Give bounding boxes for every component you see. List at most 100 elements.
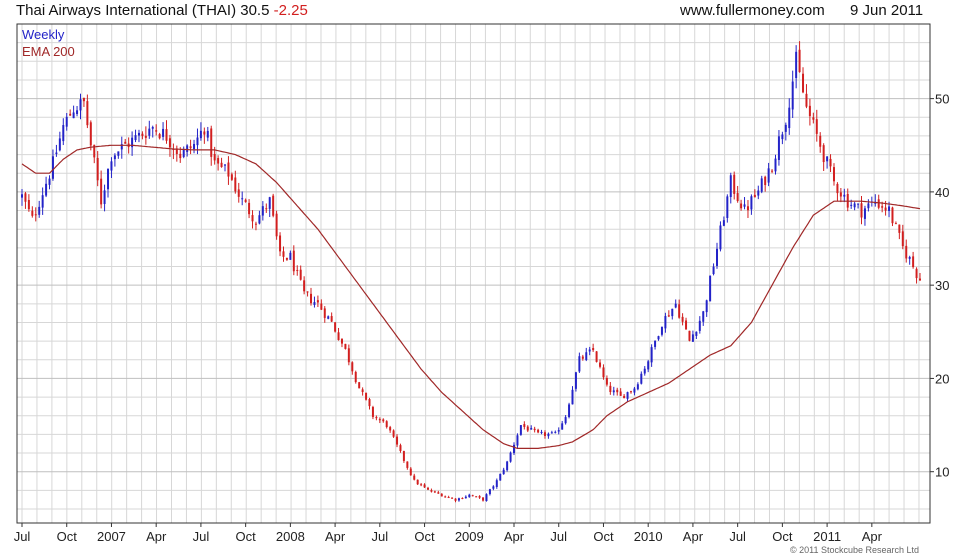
x-tick-label: Apr: [146, 529, 167, 544]
candle-body: [196, 137, 199, 146]
x-tick-label: Apr: [862, 529, 883, 544]
candle-body: [69, 113, 72, 116]
candle-body: [275, 213, 278, 237]
candle-body: [695, 331, 698, 336]
copyright-note: © 2011 Stockcube Research Ltd: [790, 545, 920, 555]
candle-body: [137, 132, 140, 136]
price-chart: 1020304050 Jul Oct 2007 Apr Jul Oct 2008 Apr Jul…: [14, 23, 949, 544]
candle-body: [299, 269, 302, 280]
candle-body: [457, 498, 460, 501]
candle-body: [368, 399, 371, 407]
candle-body: [134, 135, 137, 141]
candle-body: [55, 152, 58, 155]
candle-body: [599, 362, 602, 367]
candle-body: [519, 425, 522, 435]
candle-body: [771, 170, 774, 172]
candle-body: [729, 175, 732, 198]
candle-body: [629, 391, 632, 393]
candle-body: [588, 349, 591, 352]
candle-body: [433, 491, 436, 493]
candle-body: [595, 351, 598, 362]
candle-body: [691, 334, 694, 342]
candle-body: [743, 204, 746, 207]
candle-body: [468, 494, 471, 498]
candle-body: [103, 190, 106, 204]
candle-body: [523, 424, 526, 427]
candle-body: [557, 430, 560, 432]
candle-body: [248, 202, 251, 215]
candle-body: [451, 497, 454, 499]
candle-body: [409, 468, 412, 476]
candle-body: [334, 322, 337, 332]
candle-body: [268, 197, 271, 209]
candle-body: [265, 208, 268, 210]
candle-body: [482, 497, 485, 501]
candle-body: [688, 330, 691, 341]
candle-body: [592, 347, 595, 351]
candle-body: [165, 129, 168, 141]
candle-body: [719, 225, 722, 250]
x-tick-label: Jul: [372, 529, 389, 544]
candle-body: [894, 223, 897, 225]
candle-body: [722, 220, 725, 226]
candle-body: [860, 203, 863, 218]
y-tick-label: 10: [935, 465, 949, 480]
candle-body: [647, 361, 650, 370]
candle-body: [402, 451, 405, 461]
y-tick-label: 30: [935, 278, 949, 293]
candle-body: [24, 193, 27, 202]
candle-body: [158, 134, 161, 139]
candle-body: [38, 206, 41, 215]
candle-body: [760, 178, 763, 192]
candle-body: [399, 445, 402, 451]
candle-body: [34, 214, 37, 216]
candle-body: [478, 496, 481, 498]
candle-body: [705, 300, 708, 313]
candle-body: [110, 161, 113, 171]
candle-body: [223, 164, 226, 166]
candle-body: [805, 93, 808, 107]
candle-body: [313, 302, 316, 305]
candle-body: [371, 407, 374, 417]
candle-body: [746, 206, 749, 211]
candle-body: [912, 256, 915, 268]
candle-body: [48, 178, 51, 185]
candle-body: [475, 496, 478, 498]
candle-body: [82, 97, 85, 102]
candle-body: [141, 133, 144, 137]
candle-body: [254, 223, 257, 225]
candle-body: [843, 194, 846, 197]
candle-body: [616, 389, 619, 393]
x-tick-label: 2008: [276, 529, 305, 544]
candle-body: [709, 275, 712, 302]
candle-body: [853, 203, 856, 208]
candle-body: [316, 300, 319, 303]
candle-body: [802, 73, 805, 93]
candle-body: [65, 116, 68, 127]
x-tick-label: 2011: [813, 529, 841, 544]
candle-body: [492, 486, 495, 489]
candle-body: [888, 206, 891, 211]
candle-body: [358, 382, 361, 389]
candle-body: [199, 130, 202, 139]
candle-body: [640, 373, 643, 384]
candle-body: [79, 99, 82, 111]
candle-body: [179, 153, 182, 159]
candle-body: [877, 199, 880, 208]
candle-body: [96, 157, 99, 181]
candle-body: [282, 251, 285, 257]
candle-body: [31, 210, 34, 216]
candle-body: [543, 432, 546, 436]
candle-body: [915, 268, 918, 279]
candle-body: [203, 131, 206, 135]
candle-body: [568, 404, 571, 418]
candle-body: [506, 461, 509, 471]
candle-body: [605, 377, 608, 385]
candle-body: [416, 479, 419, 485]
candle-body: [244, 199, 247, 203]
candle-body: [612, 390, 615, 393]
candle-body: [426, 487, 429, 490]
candle-body: [234, 177, 237, 192]
candle-body: [702, 311, 705, 322]
candle-body: [898, 224, 901, 233]
